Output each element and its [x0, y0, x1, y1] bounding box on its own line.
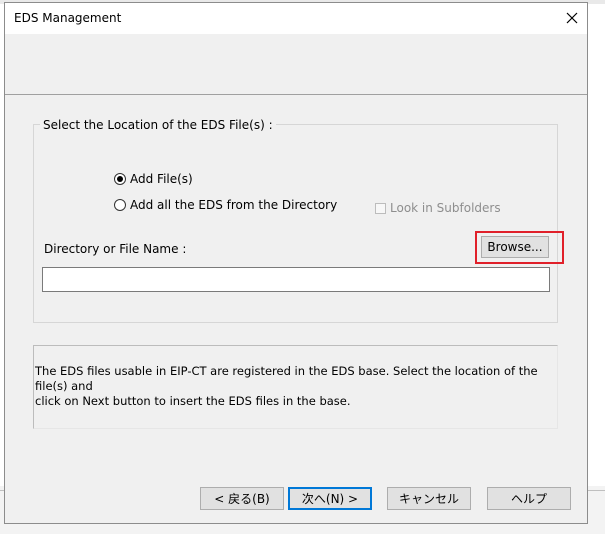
close-icon[interactable] — [561, 7, 583, 29]
add-all-radio[interactable] — [114, 199, 126, 211]
add-all-radio-option[interactable]: Add all the EDS from the Directory — [114, 198, 337, 212]
directory-label: Directory or File Name : — [44, 242, 187, 256]
browse-button[interactable]: Browse... — [481, 236, 549, 258]
add-all-label: Add all the EDS from the Directory — [130, 198, 338, 212]
next-button[interactable]: 次へ(N) > — [288, 487, 372, 510]
cancel-button[interactable]: キャンセル — [387, 487, 471, 510]
add-files-label: Add File(s) — [130, 172, 193, 186]
header-band — [5, 34, 587, 95]
info-line-1: The EDS files usable in EIP-CT are regis… — [35, 364, 538, 393]
help-button[interactable]: ヘルプ — [487, 487, 571, 510]
look-in-subfolders-label: Look in Subfolders — [390, 201, 501, 215]
add-files-radio[interactable] — [114, 173, 126, 185]
look-in-subfolders-option[interactable]: Look in Subfolders — [375, 201, 501, 215]
info-line-2: click on Next button to insert the EDS f… — [35, 394, 351, 408]
add-files-radio-option[interactable]: Add File(s) — [114, 172, 193, 186]
title-bar: EDS Management — [5, 3, 587, 34]
look-in-subfolders-checkbox[interactable] — [375, 202, 386, 214]
directory-path-input[interactable] — [42, 267, 550, 292]
info-box: The EDS files usable in EIP-CT are regis… — [33, 345, 558, 429]
location-group-legend: Select the Location of the EDS File(s) : — [40, 118, 276, 132]
dialog-title: EDS Management — [14, 11, 122, 25]
info-text: The EDS files usable in EIP-CT are regis… — [35, 364, 555, 409]
back-button[interactable]: < 戻る(B) — [200, 487, 284, 510]
location-group-box — [33, 124, 558, 323]
eds-management-dialog: EDS Management Select the Location of th… — [4, 2, 588, 524]
